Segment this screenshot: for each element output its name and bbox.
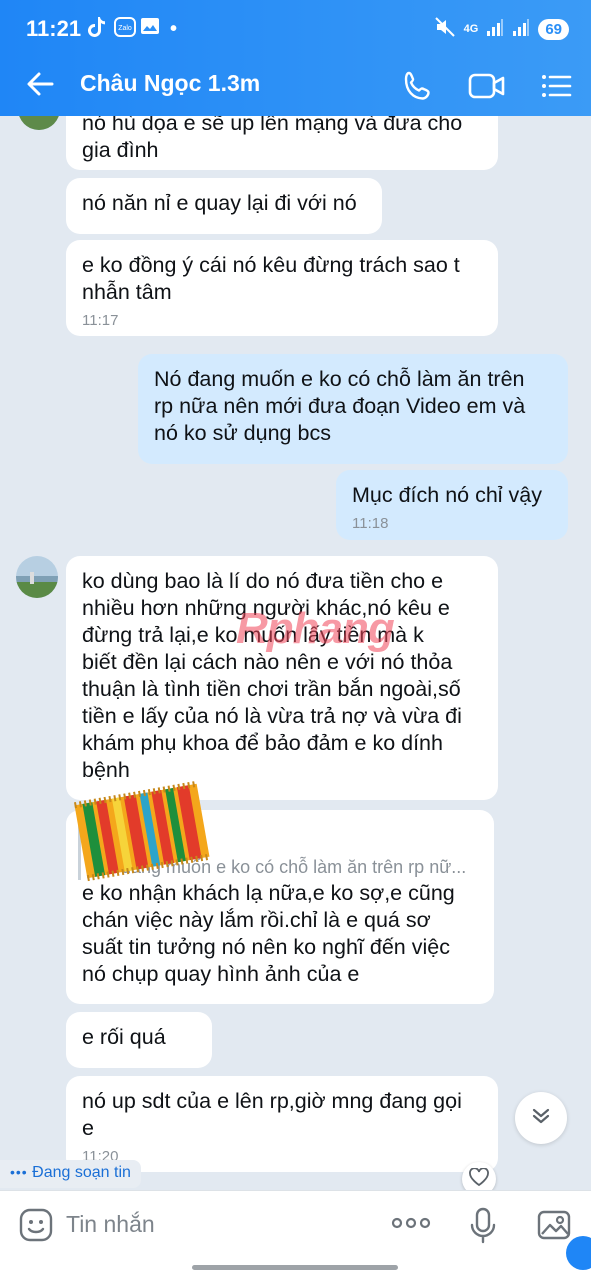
message-text: nó chụp quay hình ảnh của e <box>82 962 360 986</box>
message-bubble-received[interactable]: nó up sdt của e lên rp,giờ mng đang gọi … <box>66 1076 498 1172</box>
contact-avatar[interactable] <box>16 556 58 598</box>
message-bubble-received[interactable]: e ko đồng ý cái nó kêu đừng trách sao t … <box>66 240 498 336</box>
message-text: nhiều hơn những người khác,nó kêu e <box>82 596 450 620</box>
home-indicator[interactable] <box>192 1265 398 1270</box>
zalo-icon: Zalo <box>114 16 136 43</box>
chat-header: Châu Ngọc 1.3m <box>0 56 591 116</box>
network-label: 4G <box>463 23 479 35</box>
network-icon: 4G <box>464 24 479 35</box>
contact-name[interactable]: Châu Ngọc 1.3m <box>80 70 260 97</box>
battery-badge: 69 <box>538 19 569 40</box>
mute-icon <box>434 16 456 43</box>
typing-text: Đang soạn tin <box>32 1164 131 1181</box>
message-text: gia đình <box>82 138 159 162</box>
svg-text:Zalo: Zalo <box>118 25 132 32</box>
heart-icon <box>469 1166 489 1191</box>
message-text: ko dùng bao là lí do nó đưa tiền cho e <box>82 569 444 593</box>
chevron-down-icon <box>528 1103 554 1134</box>
status-right: 4G 69 <box>434 16 569 43</box>
message-text: e <box>82 1116 94 1140</box>
message-text: Nó đang muốn e ko có chỗ làm ăn trên <box>154 367 525 391</box>
signal-icon-2 <box>512 17 530 42</box>
contact-avatar[interactable] <box>18 116 60 130</box>
message-bubble-sent[interactable]: Nó đang muốn e ko có chỗ làm ăn trên rp … <box>138 354 568 464</box>
typing-dots-icon: ••• <box>10 1164 28 1180</box>
scroll-down-button[interactable] <box>515 1092 567 1144</box>
message-text: nó hù dọa e sẽ up lên mạng và đưa cho <box>82 116 463 135</box>
message-text: khám phụ khoa để bảo đảm e ko dính <box>82 731 443 755</box>
message-text: chán việc này lắm rồi.chỉ là e quá sơ <box>82 908 431 932</box>
tiktok-icon <box>88 16 106 43</box>
back-arrow-icon[interactable] <box>22 66 58 102</box>
phone-call-icon[interactable] <box>398 66 438 106</box>
message-bubble-sent[interactable]: Mục đích nó chỉ vậy 11:18 <box>336 470 568 540</box>
message-text: tiền e lấy của nó là vừa trả nợ và vừa đ… <box>82 704 462 728</box>
message-time: 11:20 <box>82 1148 119 1165</box>
message-bubble-received[interactable]: ko dùng bao là lí do nó đưa tiền cho e n… <box>66 556 498 800</box>
message-text: đừng trả lại,e ko muốn lấy tiền mà k <box>82 623 424 647</box>
more-options-icon[interactable] <box>390 1213 432 1238</box>
menu-list-icon[interactable] <box>536 66 576 106</box>
message-time: 11:18 <box>352 515 389 532</box>
message-text: nhẫn tâm <box>82 280 172 304</box>
video-call-icon[interactable] <box>466 66 506 106</box>
signal-icon-1 <box>486 17 504 42</box>
message-bubble-received[interactable]: nó năn nỉ e quay lại đi với nó <box>66 178 382 234</box>
image-gallery-icon[interactable] <box>536 1207 572 1248</box>
message-text: Mục đích nó chỉ vậy <box>352 483 543 507</box>
dot-icon: • <box>170 18 178 40</box>
message-list[interactable]: nó hù dọa e sẽ up lên mạng và đưa cho gi… <box>0 116 591 1190</box>
message-bubble-received[interactable]: e rối quá <box>66 1012 212 1068</box>
message-text: rp nữa nên mới đưa đoạn Video em và <box>154 394 526 418</box>
message-text: e ko nhận khách lạ nữa,e ko sợ,e cũng <box>82 881 455 905</box>
message-text: nó up sdt của e lên rp,giờ mng đang gọi <box>82 1089 462 1113</box>
top-bar: 11:21 Zalo • 4G 69 Châu Ngọc 1.3m <box>0 0 591 116</box>
message-text: thuận là tình tiền chơi trần bắn ngoài,s… <box>82 677 461 701</box>
message-text: e rối quá <box>82 1025 166 1049</box>
message-text: biết đền lại cách nào nên e với nó thỏa <box>82 650 453 674</box>
microphone-icon[interactable] <box>468 1207 498 1250</box>
status-bar: 11:21 Zalo • 4G 69 <box>0 0 591 56</box>
message-text: nó ko sử dụng bcs <box>154 421 331 445</box>
message-bubble-received[interactable]: nó hù dọa e sẽ up lên mạng và đưa cho gi… <box>66 116 498 170</box>
typing-indicator: ••• Đang soạn tin <box>0 1160 141 1188</box>
message-text: e ko đồng ý cái nó kêu đừng trách sao t <box>82 253 460 277</box>
gallery-icon <box>140 16 160 41</box>
message-text: bệnh <box>82 758 130 782</box>
message-text: suất tin tưởng nó nên ko nghĩ đến việc <box>82 935 450 959</box>
message-input[interactable]: Tin nhắn <box>66 1211 155 1238</box>
message-time: 11:17 <box>82 312 119 329</box>
message-text: nó năn nỉ e quay lại đi với nó <box>82 191 357 215</box>
emoji-sticker-icon[interactable] <box>18 1207 54 1248</box>
status-time: 11:21 <box>26 16 82 41</box>
